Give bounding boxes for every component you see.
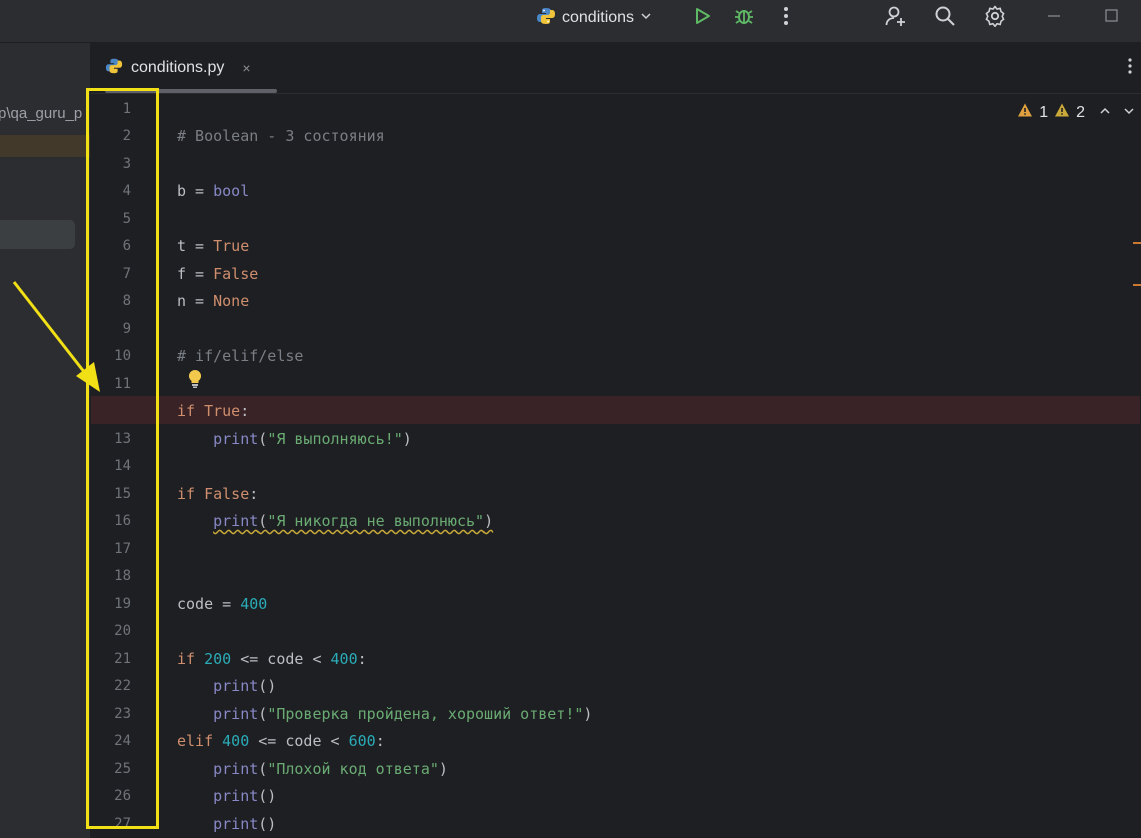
- code-line: print("Плохой код ответа"): [213, 760, 448, 778]
- debug-button[interactable]: [730, 4, 758, 32]
- code-line: elif 400 <= code < 600:: [177, 732, 385, 750]
- stripe-mark[interactable]: [1133, 242, 1141, 244]
- project-panel: p\qa_guru_p: [0, 43, 91, 838]
- code-line: print(): [213, 815, 277, 833]
- debug-icon: [733, 5, 755, 32]
- more-actions-button[interactable]: [772, 4, 800, 32]
- settings-icon: [984, 5, 1006, 32]
- code-editor[interactable]: 1 2 # Boolean - 3 состояния b = bool t =…: [91, 94, 1141, 838]
- editor-tab-bar: conditions.py ×: [91, 43, 1141, 94]
- code-line: print("Я никогда не выполнюсь"): [213, 512, 494, 530]
- minimize-button[interactable]: [1040, 4, 1068, 32]
- search-icon: [934, 5, 956, 32]
- tab-label: conditions.py: [131, 59, 225, 76]
- warning-icon: [1017, 102, 1033, 123]
- maximize-icon: [1101, 5, 1123, 32]
- code-line: t = True: [177, 237, 250, 255]
- project-path[interactable]: p\qa_guru_p: [0, 105, 82, 122]
- stripe-mark[interactable]: [1133, 284, 1141, 286]
- chevron-down-icon: [640, 9, 652, 27]
- run-icon: [691, 5, 713, 32]
- weak-warning-icon: [1054, 102, 1070, 123]
- run-configuration-label: conditions: [562, 9, 635, 26]
- code-line: code = 400: [177, 595, 268, 613]
- more-vert-icon[interactable]: [1127, 57, 1133, 80]
- code-line: print(): [213, 677, 277, 695]
- run-button[interactable]: [688, 4, 716, 32]
- annotation-highlight-box: [86, 88, 159, 829]
- code-line: # Boolean - 3 состояния: [177, 127, 385, 145]
- maximize-button[interactable]: [1098, 4, 1126, 32]
- settings-button[interactable]: [981, 4, 1009, 32]
- code-line: print(): [213, 787, 277, 805]
- selected-tree-row[interactable]: [0, 135, 90, 157]
- code-line: if False:: [177, 485, 259, 503]
- code-line: if 200 <= code < 400:: [177, 650, 367, 668]
- search-everywhere-button[interactable]: [931, 4, 959, 32]
- previous-highlight-icon[interactable]: [1099, 104, 1111, 122]
- main-toolbar: conditions: [0, 0, 1141, 43]
- run-configuration-selector[interactable]: conditions: [536, 6, 652, 30]
- code-line: f = False: [177, 265, 259, 283]
- close-tab-icon[interactable]: ×: [242, 60, 250, 76]
- code-line: # if/elif/else: [177, 347, 304, 365]
- inspection-widget[interactable]: 1 2: [1017, 102, 1135, 123]
- code-with-me-button[interactable]: [882, 4, 910, 32]
- code-line: print("Я выполняюсь!"): [213, 430, 412, 448]
- python-file-icon: [105, 57, 123, 80]
- warning-count: 1: [1039, 103, 1049, 121]
- code-line: print("Проверка пройдена, хороший ответ!…: [213, 705, 593, 723]
- annotation-arrow-icon: [12, 281, 100, 392]
- minimize-icon: [1043, 5, 1065, 32]
- weak-warning-count: 2: [1076, 103, 1085, 121]
- add-user-icon: [885, 5, 907, 32]
- code-line: if True:: [177, 402, 250, 420]
- python-icon: [536, 6, 556, 31]
- more-vert-icon: [775, 5, 797, 32]
- code-line: n = None: [177, 292, 250, 310]
- tab-conditions-py[interactable]: conditions.py ×: [105, 55, 251, 81]
- code-line: b = bool: [177, 182, 250, 200]
- panel-search-field[interactable]: [0, 220, 75, 249]
- lightbulb-icon[interactable]: [187, 369, 203, 394]
- next-highlight-icon[interactable]: [1123, 104, 1135, 122]
